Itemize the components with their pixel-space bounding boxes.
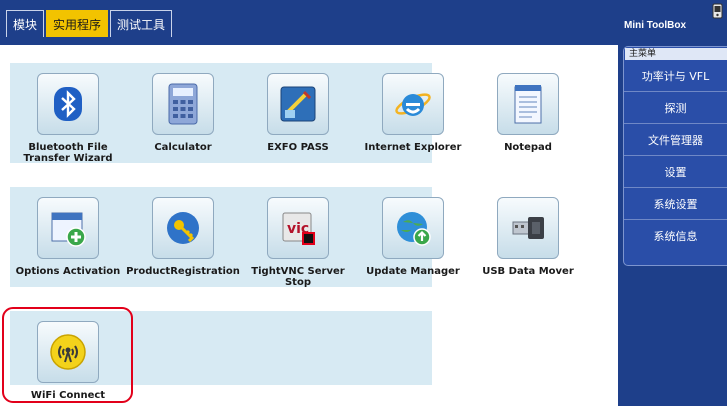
app-options-activation[interactable]: Options Activation (9, 197, 127, 277)
app-label: WiFi Connect (30, 390, 106, 401)
menu-item-system-info[interactable]: 系统信息 (624, 220, 727, 251)
menu-item-settings[interactable]: 设置 (624, 156, 727, 188)
tab-utilities[interactable]: 实用程序 (46, 10, 109, 37)
product-registration-icon (152, 197, 214, 259)
main-menu: 主菜单 功率计与 VFL 探测 文件管理器 设置 系统设置 系统信息 (623, 46, 727, 266)
app-label: Internet Explorer (364, 142, 462, 153)
app-label: Options Activation (15, 266, 121, 277)
menu-item-file-manager[interactable]: 文件管理器 (624, 124, 727, 156)
app-bluetooth-file-transfer-wizard[interactable]: Bluetooth File Transfer Wizard (9, 73, 127, 164)
device-icon (712, 3, 723, 19)
app-exfo-pass[interactable]: EXFO PASS (239, 73, 357, 153)
app-usb-data-mover[interactable]: USB Data Mover (469, 197, 587, 277)
calculator-icon (152, 73, 214, 135)
internet-explorer-icon (382, 73, 444, 135)
app-notepad[interactable]: Notepad (469, 73, 587, 153)
wifi-icon (37, 321, 99, 383)
update-manager-icon (382, 197, 444, 259)
app-label: Update Manager (366, 266, 460, 277)
tab-bar: 模块 实用程序 测试工具 (6, 10, 173, 37)
app-label: EXFO PASS (267, 142, 329, 153)
exfo-pass-icon (267, 73, 329, 135)
tab-test-tools[interactable]: 测试工具 (110, 10, 173, 37)
app-grid: Bluetooth File Transfer Wizard Calculato… (0, 45, 618, 406)
usb-icon (497, 197, 559, 259)
menu-item-system-settings[interactable]: 系统设置 (624, 188, 727, 220)
app-label: Bluetooth File Transfer Wizard (23, 142, 113, 164)
app-internet-explorer[interactable]: Internet Explorer (354, 73, 472, 153)
app-label: Calculator (154, 142, 212, 153)
bluetooth-icon (37, 73, 99, 135)
tab-modules[interactable]: 模块 (6, 10, 45, 37)
app-label: Notepad (504, 142, 552, 153)
top-bar: 模块 实用程序 测试工具 (0, 0, 618, 45)
tightvnc-icon: vic (267, 197, 329, 259)
app-calculator[interactable]: Calculator (124, 73, 242, 153)
app-label: TightVNC Server Stop (251, 266, 345, 288)
app-label: ProductRegistration (126, 266, 240, 277)
app-label: USB Data Mover (482, 266, 574, 277)
menu-item-probe[interactable]: 探测 (624, 92, 727, 124)
options-activation-icon (37, 197, 99, 259)
main-menu-title: 主菜单 (625, 48, 727, 60)
app-tightvnc-server-stop[interactable]: vic TightVNC Server Stop (239, 197, 357, 288)
sidebar: Mini ToolBox 主菜单 功率计与 VFL 探测 文件管理器 设置 系统… (618, 0, 727, 406)
notepad-icon (497, 73, 559, 135)
sidebar-title: Mini ToolBox (624, 20, 687, 31)
app-wifi-connect[interactable]: WiFi Connect (9, 321, 127, 401)
app-product-registration[interactable]: ProductRegistration (124, 197, 242, 277)
menu-item-power-meter-vfl[interactable]: 功率计与 VFL (624, 60, 727, 92)
app-update-manager[interactable]: Update Manager (354, 197, 472, 277)
